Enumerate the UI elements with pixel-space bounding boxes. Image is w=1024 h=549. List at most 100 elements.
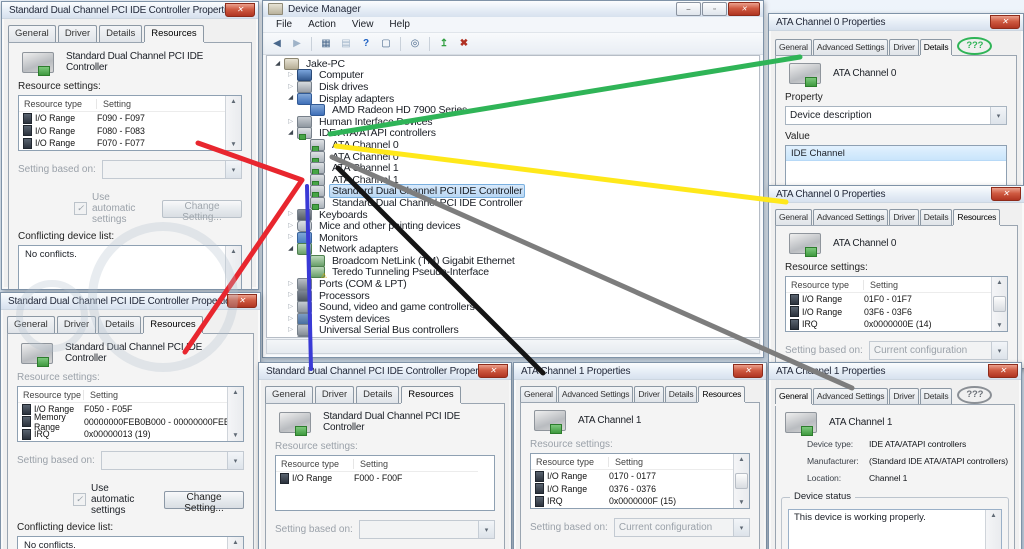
resource-row[interactable]: I/O Range F090 - F097: [19, 112, 225, 125]
tree-item-sound[interactable]: Sound, video and game controllers: [267, 301, 759, 314]
scrollbar[interactable]: ▲ ▼: [227, 537, 243, 549]
tab-resources[interactable]: Resources: [953, 209, 1001, 225]
tree-item-jake-pc[interactable]: Jake-PC: [267, 57, 759, 70]
tab-resources[interactable]: Resources: [698, 386, 746, 402]
resource-row[interactable]: I/O Range 01F0 - 01F7: [786, 293, 991, 306]
change-setting-button[interactable]: Change Setting...: [162, 199, 242, 223]
tab-driver[interactable]: Driver: [56, 316, 97, 333]
dialog-titlebar[interactable]: Standard Dual Channel PCI IDE Controller…: [1, 293, 260, 310]
toolbar-separator[interactable]: [400, 36, 401, 51]
expander-icon[interactable]: [285, 327, 296, 334]
tab-general[interactable]: General: [8, 25, 56, 42]
resource-row[interactable]: IRQ 0x0000000E (14): [786, 318, 991, 331]
scroll-up-icon[interactable]: ▲: [232, 539, 238, 546]
setting-based-on-combo[interactable]: ▾: [100, 451, 244, 470]
tree-item-mice[interactable]: Mice and other pointing devices: [267, 220, 759, 233]
tree-item-std-dual-channel-a[interactable]: Standard Dual Channel PCI IDE Controller: [267, 184, 759, 199]
setting-based-on-combo[interactable]: Current configuration ▾: [613, 518, 750, 537]
tree-item-ata-channel-0-b[interactable]: ATA Channel 0: [267, 150, 759, 164]
tree-item-std-dual-channel-b[interactable]: Standard Dual Channel PCI IDE Controller: [267, 196, 759, 210]
menu-help[interactable]: Help: [381, 18, 418, 31]
close-button[interactable]: ✕: [991, 187, 1021, 201]
toolbar-separator[interactable]: [429, 36, 430, 51]
expander-icon[interactable]: [285, 119, 296, 126]
tab-details[interactable]: Details: [98, 316, 142, 333]
close-button[interactable]: ✕: [225, 3, 255, 17]
minimize-button[interactable]: –: [676, 2, 701, 16]
menu-view[interactable]: View: [344, 18, 382, 31]
tab-details[interactable]: Details: [919, 39, 953, 55]
setting-based-on-combo[interactable]: ▾: [101, 160, 242, 179]
resource-row[interactable]: I/O Range F070 - F077: [19, 137, 225, 150]
value-item[interactable]: IDE Channel: [786, 146, 1006, 161]
menu-action[interactable]: Action: [300, 18, 344, 31]
tab-driver[interactable]: Driver: [889, 209, 919, 225]
resource-row[interactable]: I/O Range F080 - F083: [19, 125, 225, 138]
tab-resources[interactable]: Resources: [143, 316, 203, 333]
use-automatic-settings-checkbox[interactable]: ✓: [74, 202, 87, 215]
resource-row[interactable]: I/O Range 0170 - 0177: [531, 470, 733, 483]
tab-general[interactable]: General: [775, 388, 812, 404]
tab-details[interactable]: Details: [919, 209, 953, 225]
scrollbar[interactable]: ▲ ▼: [985, 510, 1001, 549]
expander-icon[interactable]: [285, 72, 296, 79]
setting-based-on-combo[interactable]: Current configuration ▾: [868, 341, 1008, 360]
expander-icon[interactable]: [285, 304, 296, 311]
tree-item-usb-virtualization[interactable]: USB Virtualization: [267, 336, 759, 337]
tab-general[interactable]: General: [7, 316, 55, 333]
conflicting-device-list[interactable]: No conflicts. ▲ ▼: [17, 536, 244, 549]
scrollbar[interactable]: ▲ ▼: [733, 454, 749, 508]
tree-item-network-adapters[interactable]: Network adapters: [267, 243, 759, 256]
scroll-down-icon[interactable]: ▼: [738, 499, 744, 506]
tree-item-system-devices[interactable]: System devices: [267, 312, 759, 325]
scan-hardware-changes-icon[interactable]: ◎: [406, 35, 424, 52]
property-combo[interactable]: Device description ▾: [785, 106, 1007, 125]
expander-icon[interactable]: [285, 95, 296, 102]
close-button[interactable]: ✕: [990, 15, 1020, 29]
close-button[interactable]: ✕: [728, 2, 760, 16]
tab-general[interactable]: General: [775, 209, 812, 225]
setting-based-on-combo[interactable]: ▾: [358, 520, 495, 539]
scrollbar[interactable]: ▲ ▼: [991, 277, 1007, 331]
scroll-up-icon[interactable]: ▲: [232, 389, 238, 396]
dialog-titlebar[interactable]: Standard Dual Channel PCI IDE Controller…: [2, 2, 258, 19]
resource-row[interactable]: I/O Range F000 - F00F: [276, 472, 478, 485]
scroll-down-icon[interactable]: ▼: [232, 432, 238, 439]
tab-details[interactable]: Details: [664, 386, 698, 402]
expander-icon[interactable]: [285, 223, 296, 230]
expander-icon[interactable]: [285, 211, 296, 218]
tab-unknown[interactable]: ???: [957, 37, 993, 55]
device-status-box[interactable]: This device is working properly. ▲ ▼: [788, 509, 1002, 549]
expander-icon[interactable]: [285, 316, 296, 323]
scrollbar[interactable]: ▲ ▼: [225, 96, 241, 150]
device-manager-titlebar[interactable]: Device Manager – ▫ ✕: [263, 1, 763, 17]
menu-file[interactable]: File: [268, 18, 300, 31]
change-setting-button[interactable]: Change Setting...: [164, 490, 244, 514]
tree-item-ata-channel-1-a[interactable]: ATA Channel 1: [267, 162, 759, 176]
dialog-titlebar[interactable]: ATA Channel 0 Properties ✕: [769, 14, 1023, 31]
tree-item-human-interface-devices[interactable]: Human Interface Devices: [267, 115, 759, 128]
expander-icon[interactable]: [285, 281, 296, 288]
scroll-down-icon[interactable]: ▼: [996, 322, 1002, 329]
tree-item-monitors[interactable]: Monitors: [267, 231, 759, 244]
dialog-titlebar[interactable]: ATA Channel 1 Properties ✕: [514, 363, 766, 380]
toolbar-separator[interactable]: [311, 36, 312, 51]
tree-item-amd-radeon[interactable]: AMD Radeon HD 7900 Series: [267, 104, 759, 117]
scrollbar[interactable]: ▲ ▼: [227, 387, 243, 441]
expander-icon[interactable]: [285, 246, 296, 253]
scroll-up-icon[interactable]: ▲: [738, 456, 744, 463]
tab-advanced-settings[interactable]: Advanced Settings: [557, 386, 634, 402]
resource-row[interactable]: IRQ 0x0000000F (15): [531, 495, 733, 508]
tree-item-display-adapters[interactable]: Display adapters: [267, 92, 759, 105]
console-tree-icon[interactable]: ▦: [317, 35, 335, 52]
tab-driver[interactable]: Driver: [634, 386, 664, 402]
tab-resources[interactable]: Resources: [144, 25, 204, 42]
uninstall-icon[interactable]: ✖: [455, 35, 473, 52]
dialog-titlebar[interactable]: Standard Dual Channel PCI IDE Controller…: [259, 363, 511, 380]
expander-icon[interactable]: [285, 84, 296, 91]
tab-driver[interactable]: Driver: [314, 386, 355, 403]
expander-icon[interactable]: [285, 234, 296, 241]
tab-driver[interactable]: Driver: [889, 39, 919, 55]
scrollbar-thumb[interactable]: [735, 473, 748, 489]
tree-item-disk-drives[interactable]: Disk drives: [267, 80, 759, 93]
